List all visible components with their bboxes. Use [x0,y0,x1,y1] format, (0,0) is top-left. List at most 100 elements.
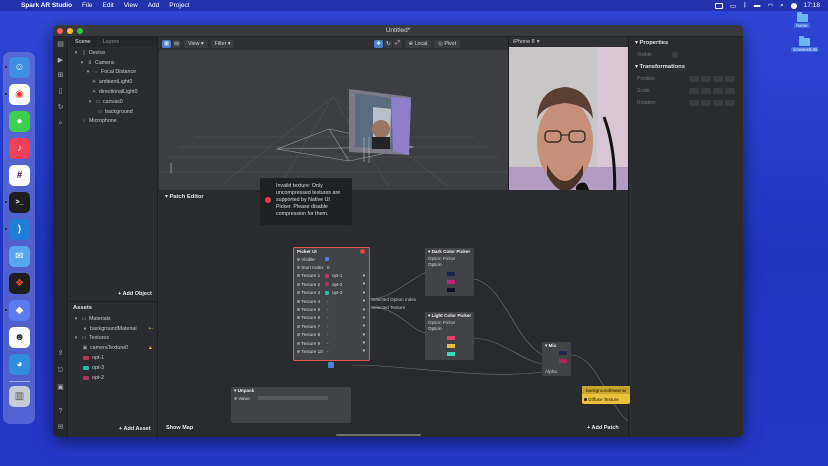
picker-row-value[interactable]: - [327,341,329,346]
device-preview-icon[interactable]: ▯ [56,87,65,96]
tree-item-background[interactable]: ▭ background [69,107,157,117]
color-swatch[interactable] [447,280,455,284]
mix-node[interactable]: ▾ Mix Alpha [542,342,571,376]
scene-viewport[interactable]: ▦ ▤ View ▾ Filter ▾ ✥ ↻ ⤢ ⊕ Local ◎ Pivo… [159,37,508,190]
tree-item-microphone[interactable]: ♁ Microphone [69,117,157,127]
visible-checkbox[interactable] [325,257,329,262]
wifi-icon[interactable]: ◠ [767,2,773,10]
share-icon[interactable]: ⎋ [56,366,65,375]
picker-row-value-field[interactable]: opt-2 [325,282,342,287]
finder-icon[interactable]: ☺ [9,57,30,78]
tree-item-camera[interactable]: ▾ ⌷ Camera [69,58,157,68]
tree-item-ambient-light[interactable]: ☀ ambientLight0 [69,77,157,87]
menu-edit[interactable]: Edit [103,2,114,9]
patch-editor-scrollbar[interactable] [336,434,421,436]
input-port[interactable] [297,324,300,328]
position-lock-field[interactable] [725,76,735,82]
patch-icon[interactable]: ⊞ [56,71,65,80]
show-map-button[interactable]: Show Map [166,425,193,431]
rotation-x-field[interactable] [689,100,699,106]
asset-folder-materials[interactable]: ▾ ▭ Materials [69,314,157,324]
device-selector[interactable]: iPhone 8 ▾ [509,37,627,47]
input-port[interactable] [297,349,300,353]
chrome-icon[interactable]: ◉ [9,84,30,105]
asset-opt-3[interactable]: opt-3 [69,363,157,373]
input-port[interactable] [297,282,300,286]
rotation-lock-field[interactable] [725,100,735,106]
input-port[interactable] [297,341,300,345]
input-port[interactable] [297,266,300,270]
picker-row-value[interactable]: - [327,307,329,312]
rotation-y-field[interactable] [701,100,711,106]
trash-icon[interactable]: ▥ [9,386,30,407]
figma-icon[interactable]: ❖ [9,273,30,294]
add-asset-button[interactable]: + Add Asset [119,426,151,432]
bluetooth-icon[interactable]: ᛒ [743,2,747,9]
refresh-icon[interactable]: ↻ [56,103,65,112]
scale-x-field[interactable] [689,88,699,94]
color-swatch[interactable] [447,352,455,356]
desktop-folder-screenshots[interactable]: screenshots [791,36,820,52]
tree-item-focal-distance[interactable]: ▾ ⇔ Focal Distance [69,68,157,78]
video-icon[interactable]: ▶ [56,56,65,65]
visible-checkbox[interactable] [671,52,678,58]
picker-row-value-field[interactable]: opt-3 [325,290,342,295]
battery-icon[interactable]: ▬ [754,2,761,9]
color-swatch[interactable] [559,359,567,363]
menu-file[interactable]: File [82,2,92,9]
asset-opt-2[interactable]: opt-2 [69,373,157,383]
asset-folder-textures[interactable]: ▾ ▭ Textures [69,334,157,344]
mail-icon[interactable]: ✉ [9,246,30,267]
input-port[interactable] [297,316,300,320]
layout-icon[interactable]: ▤ [56,40,65,49]
help-icon[interactable]: ? [56,407,65,416]
picker-row-value[interactable]: - [327,349,329,354]
position-x-field[interactable] [689,76,699,82]
asset-opt-1[interactable]: opt-1 [69,353,157,363]
color-swatch[interactable] [447,336,455,340]
input-port[interactable] [297,308,300,312]
input-port[interactable] [297,257,300,261]
messages-icon[interactable]: ● [9,111,30,132]
scale-lock-field[interactable] [725,88,735,94]
position-y-field[interactable] [701,76,711,82]
menu-add[interactable]: Add [148,2,160,9]
tab-scene[interactable]: Scene [69,39,97,45]
output-selected-texture[interactable]: Selected Texture [371,305,405,310]
picker-row-value[interactable]: - [327,332,329,337]
vscode-icon[interactable]: ⟩ [9,219,30,240]
picker-row-value[interactable]: - [327,299,329,304]
position-z-field[interactable] [713,76,723,82]
input-port[interactable] [297,291,300,295]
feedback-icon[interactable]: ✉ [56,423,65,432]
color-swatch[interactable] [559,351,567,355]
output-selected-option-index[interactable]: Selected Option Index [371,297,416,302]
tab-layers[interactable]: Layers [97,39,126,45]
rotation-z-field[interactable] [713,100,723,106]
screen-record-icon[interactable] [714,2,723,9]
asset-camera-texture[interactable]: ▣ cameraTexture0 ▲ [69,343,157,353]
search-icon[interactable]: ⌕ [780,2,784,10]
dark-color-picker-node[interactable]: ▾ Dark Color Picker Option Picker Option [425,248,474,296]
add-object-button[interactable]: + Add Object [118,291,152,297]
picker-row-value[interactable]: - [327,315,329,320]
music-icon[interactable]: ♪ [9,138,30,159]
scale-z-field[interactable] [713,88,723,94]
control-center-icon[interactable] [790,2,797,9]
search-icon[interactable]: ⌕ [56,119,65,128]
unpack-node[interactable]: ▾ Unpack Value [231,387,351,423]
discord-icon[interactable]: ☻ [9,327,30,348]
light-color-picker-node[interactable]: ▾ Light Color Picker Option Picker Optio… [425,312,474,360]
picker-row-value-field[interactable]: opt-1 [325,273,342,278]
display-icon[interactable]: ▭ [730,2,736,10]
input-port[interactable] [297,333,300,337]
picker-row-value[interactable]: - [327,324,329,329]
input-port[interactable] [297,299,300,303]
color-swatch[interactable] [447,344,455,348]
library-icon[interactable]: ▣ [56,383,65,392]
desktop-folder-home[interactable]: home [789,12,815,28]
menu-app-name[interactable]: Spark AR Studio [21,2,72,9]
color-swatch[interactable] [447,272,455,276]
tree-item-device[interactable]: ▾ ▯ Device [69,48,157,58]
color-swatch[interactable] [447,288,455,292]
